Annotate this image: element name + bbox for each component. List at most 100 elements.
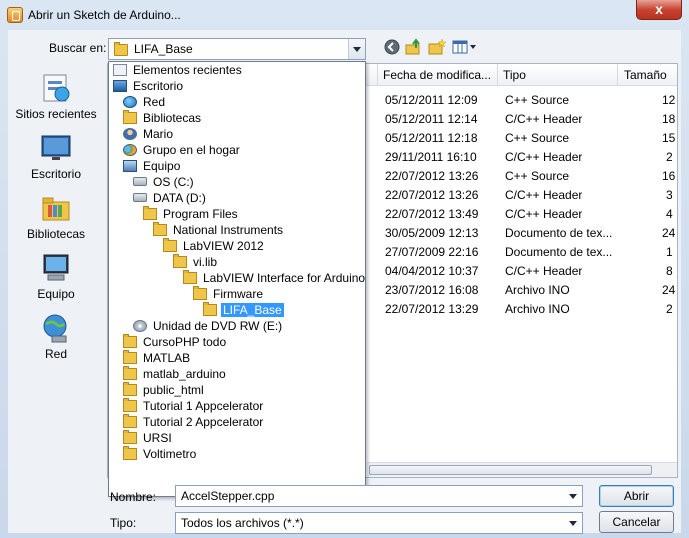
column-header-date[interactable]: Fecha de modifica... <box>378 64 498 86</box>
computer-icon <box>123 160 137 172</box>
filetype-select[interactable]: Todos los archivos (*.*) <box>175 512 583 534</box>
cell-size: 12 <box>662 93 676 107</box>
folder-icon <box>123 334 137 348</box>
cell-type: Archivo INO <box>505 283 570 297</box>
libraries-icon <box>40 192 72 224</box>
dropdown-item[interactable]: Program Files <box>143 206 240 222</box>
folder-icon <box>153 222 167 236</box>
view-menu-icon[interactable] <box>452 38 478 56</box>
dropdown-item[interactable]: Mario <box>123 126 175 142</box>
dropdown-item[interactable]: Firmware <box>193 286 265 302</box>
dropdown-item-label: DATA (D:) <box>153 191 206 205</box>
folder-icon <box>143 206 157 220</box>
place-recent[interactable]: Sitios recientes <box>8 72 104 121</box>
place-computer[interactable]: Equipo <box>8 252 104 301</box>
lookin-dropdown-list[interactable]: Elementos recientes Escritorio Red Bibli… <box>108 61 366 497</box>
dropdown-item[interactable]: URSI <box>123 430 174 446</box>
cell-type: C/C++ Header <box>505 264 583 278</box>
dropdown-item-label: Escritorio <box>133 79 184 93</box>
dropdown-item[interactable]: Tutorial 1 Appcelerator <box>123 398 265 414</box>
place-desktop[interactable]: Escritorio <box>8 132 104 181</box>
close-button[interactable]: x <box>636 0 682 20</box>
cell-size: 4 <box>666 207 673 221</box>
dropdown-item[interactable]: Elementos recientes <box>113 62 244 78</box>
dropdown-item-label: LIFA_Base <box>221 303 284 317</box>
dropdown-item-label: Firmware <box>213 287 263 301</box>
dropdown-item-label: Tutorial 2 Appcelerator <box>143 415 264 429</box>
dropdown-item[interactable]: matlab_arduino <box>123 366 228 382</box>
cell-type: C++ Source <box>505 169 570 183</box>
dropdown-item[interactable]: OS (C:) <box>133 174 196 190</box>
lookin-value: LIFA_Base <box>134 42 193 56</box>
cell-type: C/C++ Header <box>505 150 583 164</box>
cell-date: 04/04/2012 10:37 <box>385 264 479 278</box>
window-title: Abrir un Sketch de Arduino... <box>28 8 181 22</box>
place-label: Red <box>44 347 67 361</box>
cancel-button[interactable]: Cancelar <box>599 511 674 533</box>
up-folder-icon[interactable] <box>405 38 423 56</box>
folder-icon <box>123 366 137 380</box>
dropdown-item[interactable]: Grupo en el hogar <box>123 142 242 158</box>
dropdown-item-label: MATLAB <box>143 351 191 365</box>
dropdown-item-label: Unidad de DVD RW (E:) <box>153 319 283 333</box>
folder-icon <box>123 446 137 460</box>
dropdown-item[interactable]: DATA (D:) <box>133 190 208 206</box>
dropdown-item[interactable]: public_html <box>123 382 206 398</box>
dropdown-item[interactable]: Tutorial 2 Appcelerator <box>123 414 265 430</box>
dialog-client-area: Buscar en: LIFA_Base Sitios recientes Es… <box>8 30 681 534</box>
dropdown-item-label: Bibliotecas <box>143 111 202 125</box>
dropdown-item[interactable]: MATLAB <box>123 350 192 366</box>
dropdown-item[interactable]: National Instruments <box>153 222 285 238</box>
chevron-down-icon[interactable] <box>348 39 365 59</box>
folder-icon <box>123 398 137 412</box>
user-icon <box>123 128 137 140</box>
place-libraries[interactable]: Bibliotecas <box>8 192 104 241</box>
recent-places-icon <box>40 72 72 104</box>
lookin-combo[interactable]: LIFA_Base <box>108 38 366 60</box>
dropdown-item[interactable]: Unidad de DVD RW (E:) <box>133 318 284 334</box>
horizontal-scrollbar[interactable] <box>367 462 677 477</box>
cell-date: 30/05/2009 12:13 <box>385 226 479 240</box>
place-label: Bibliotecas <box>26 227 86 241</box>
place-network[interactable]: Red <box>8 312 104 361</box>
dropdown-item-label: OS (C:) <box>153 175 194 189</box>
folder-icon <box>163 238 177 252</box>
cell-size: 24 <box>662 226 676 240</box>
title-bar[interactable]: Abrir un Sketch de Arduino... x <box>0 0 689 30</box>
cell-type: C++ Source <box>505 131 570 145</box>
dropdown-item-label: Tutorial 1 Appcelerator <box>143 399 264 413</box>
cell-size: 8 <box>666 264 673 278</box>
chevron-down-icon[interactable] <box>565 513 582 533</box>
dropdown-item[interactable]: LabVIEW 2012 <box>163 238 266 254</box>
column-header-size[interactable]: Tamaño <box>618 64 677 86</box>
column-header-type[interactable]: Tipo <box>498 64 618 86</box>
dropdown-item-label: CursoPHP todo <box>143 335 227 349</box>
computer-icon <box>40 252 72 284</box>
dropdown-item[interactable]: Equipo <box>123 158 182 174</box>
filename-input[interactable]: AccelStepper.cpp <box>175 485 583 507</box>
cell-date: 22/07/2012 13:26 <box>385 188 479 202</box>
dropdown-item[interactable]: vi.lib <box>173 254 219 270</box>
dropdown-item[interactable]: Red <box>123 94 167 110</box>
scrollbar-thumb[interactable] <box>369 465 652 475</box>
folder-icon <box>123 382 137 396</box>
libraries-icon <box>123 110 137 124</box>
dropdown-item[interactable]: Bibliotecas <box>123 110 203 126</box>
dropdown-item[interactable]: CursoPHP todo <box>123 334 228 350</box>
cell-size: 2 <box>666 302 673 316</box>
cell-type: C/C++ Header <box>505 188 583 202</box>
filename-label: Nombre: <box>110 490 157 504</box>
chevron-down-icon[interactable] <box>565 486 582 506</box>
dropdown-item-selected[interactable]: LIFA_Base <box>203 302 284 318</box>
dropdown-item[interactable]: Escritorio <box>113 78 185 94</box>
dropdown-item[interactable]: LabVIEW Interface for Arduino <box>183 270 367 286</box>
dropdown-item-label: matlab_arduino <box>143 367 226 381</box>
lookin-label: Buscar en: <box>49 41 107 55</box>
dropdown-item[interactable]: Voltimetro <box>123 446 198 462</box>
back-icon[interactable] <box>383 38 401 56</box>
new-folder-icon[interactable] <box>428 38 447 56</box>
cell-size: 15 <box>662 131 676 145</box>
cell-size: 3 <box>666 188 673 202</box>
cell-size: 16 <box>662 169 676 183</box>
open-button[interactable]: Abrir <box>599 485 674 507</box>
